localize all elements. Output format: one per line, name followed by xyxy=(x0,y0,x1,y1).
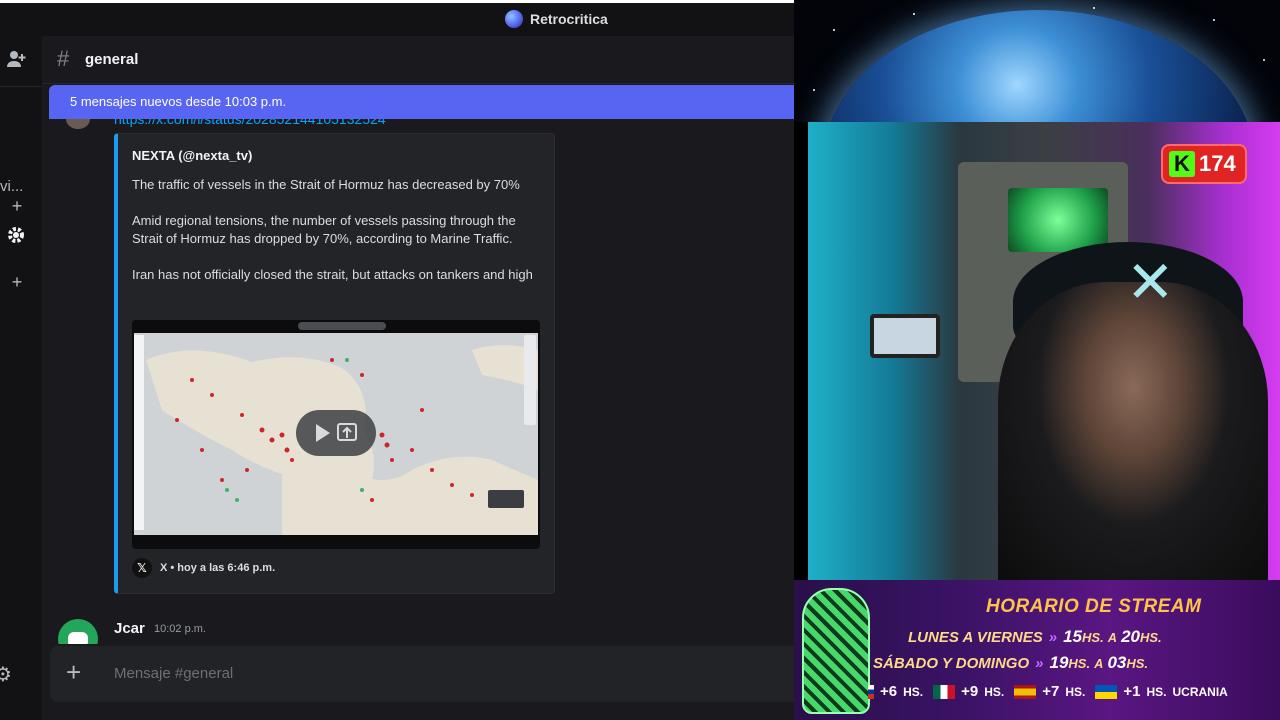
schedule-sep: A xyxy=(1094,657,1104,671)
new-messages-bar[interactable]: 5 mensajes nuevos desde 10:03 p.m. xyxy=(49,85,794,119)
mexico-flag-icon xyxy=(933,684,956,699)
radar-screen xyxy=(1008,188,1108,252)
message-composer[interactable]: + Mensaje #general xyxy=(50,646,794,702)
kick-viewer-badge: K 174 xyxy=(1161,144,1247,184)
embed-footer: 𝕏 X • hoy a las 6:46 p.m. xyxy=(132,558,275,578)
timezone-unit: HS. xyxy=(1146,684,1167,699)
schedule-from: 19 xyxy=(1049,653,1069,672)
window-title-text: Retrocritica xyxy=(530,11,608,27)
sidebar-divider xyxy=(0,86,42,87)
viewer-count: 174 xyxy=(1199,151,1236,176)
x-logo-icon: 𝕏 xyxy=(132,558,152,578)
embed-description: The traffic of vessels in the Strait of … xyxy=(132,176,542,302)
stream-overlay: ✕ K 174 HORARIO DE STREAM LUNES A VIERNE… xyxy=(794,0,1280,720)
embed-author[interactable]: NEXTA (@nexta_tv) xyxy=(132,148,252,163)
webcam-feed: ✕ K 174 xyxy=(808,122,1280,580)
flag-icon xyxy=(868,684,874,699)
schedule-from: 15 xyxy=(1063,627,1083,646)
gear-icon[interactable] xyxy=(0,226,32,249)
sidebar-item-truncated[interactable]: vi... xyxy=(0,178,23,195)
gauge-display xyxy=(870,314,940,358)
timezone-item: +9 HS. xyxy=(933,683,1004,700)
message-list: https://x.com/i/status/20285214410513252… xyxy=(42,119,794,644)
kick-logo-icon: K xyxy=(1169,151,1195,177)
channel-name: general xyxy=(85,51,139,68)
timezone-item: +7 HS. xyxy=(1014,683,1085,700)
timezone-row: +6 HS. +9 HS. +7 HS. +1 HS. UCRANIA xyxy=(868,683,1238,700)
channel-header: # general xyxy=(42,36,794,84)
link-embed: NEXTA (@nexta_tv) The traffic of vessels… xyxy=(114,133,555,594)
timezone-item: +6 HS. xyxy=(868,683,923,700)
stream-schedule-banner: HORARIO DE STREAM LUNES A VIERNES» 15HS. … xyxy=(794,580,1280,720)
embed-footer-text: X • hoy a las 6:46 p.m. xyxy=(160,562,276,574)
space-banner xyxy=(794,0,1280,122)
discord-logo-icon xyxy=(68,632,88,644)
add-icon-2[interactable]: + xyxy=(2,272,32,293)
timezone-label: UCRANIA xyxy=(1172,684,1228,699)
user-settings-gear-icon[interactable]: ⚙ xyxy=(0,662,12,687)
message-author[interactable]: Jcar xyxy=(114,620,145,637)
schedule-unit: HS. xyxy=(1126,656,1149,671)
schedule-unit: HS. xyxy=(1082,630,1104,645)
discord-window: Retrocritica vi... + + # general 5 mensa… xyxy=(0,0,794,720)
timezone-item: +1 HS. UCRANIA xyxy=(1095,683,1228,700)
schedule-sep: A xyxy=(1107,631,1117,645)
schedule-to: 03 xyxy=(1107,653,1127,672)
embed-paragraph: Amid regional tensions, the number of ve… xyxy=(132,213,516,246)
schedule-unit: HS. xyxy=(1139,630,1162,645)
map-thumbnail xyxy=(132,320,540,549)
double-arrow-icon: » xyxy=(1048,629,1058,646)
hashtag-icon: # xyxy=(57,46,70,71)
schedule-row: SÁBADO Y DOMINGO» 19HS. A 03HS. xyxy=(873,653,1148,673)
avatar[interactable] xyxy=(58,619,98,644)
schedule-title: HORARIO DE STREAM xyxy=(986,596,1202,617)
spain-flag-icon xyxy=(1014,684,1037,699)
message-timestamp: 10:02 p.m. xyxy=(154,623,206,635)
timezone-offset: +1 xyxy=(1123,683,1141,700)
title-bar: Retrocritica xyxy=(0,0,794,36)
schedule-to: 20 xyxy=(1121,627,1140,646)
message-link[interactable]: https://x.com/i/status/20285214410513252… xyxy=(114,119,386,127)
embed-video[interactable] xyxy=(132,320,540,549)
schedule-row: LUNES A VIERNES» 15HS. A 20HS. xyxy=(908,627,1162,647)
schedule-days: SÁBADO Y DOMINGO xyxy=(873,655,1030,672)
embed-paragraph: Iran has not officially closed the strai… xyxy=(132,267,533,282)
cactus-icon xyxy=(802,588,870,714)
message-input[interactable]: Mensaje #general xyxy=(114,665,233,682)
add-friend-icon[interactable] xyxy=(0,50,32,73)
schedule-unit: HS. xyxy=(1068,656,1091,671)
message-item: Jcar 10:02 p.m. xyxy=(58,619,758,644)
timezone-offset: +7 xyxy=(1042,683,1060,700)
attach-plus-icon[interactable]: + xyxy=(66,659,81,685)
window-title: Retrocritica xyxy=(505,10,608,28)
timezone-offset: +6 xyxy=(880,683,898,700)
ukraine-flag-icon xyxy=(1095,684,1118,699)
server-icon xyxy=(505,10,523,28)
streamer xyxy=(998,282,1268,580)
embed-paragraph: The traffic of vessels in the Strait of … xyxy=(132,177,520,192)
double-arrow-icon: » xyxy=(1035,655,1044,672)
new-messages-text: 5 mensajes nuevos desde 10:03 p.m. xyxy=(70,94,287,109)
stars xyxy=(813,7,1265,91)
add-icon[interactable]: + xyxy=(2,196,32,217)
avatar[interactable] xyxy=(66,119,90,129)
timezone-unit: HS. xyxy=(1065,684,1086,699)
schedule-days: LUNES A VIERNES xyxy=(908,629,1043,646)
left-sidebar: vi... + + xyxy=(0,36,42,720)
timezone-offset: +9 xyxy=(961,683,979,700)
timezone-unit: HS. xyxy=(903,684,924,699)
cap-x-logo: ✕ xyxy=(1126,250,1175,315)
timezone-unit: HS. xyxy=(984,684,1005,699)
